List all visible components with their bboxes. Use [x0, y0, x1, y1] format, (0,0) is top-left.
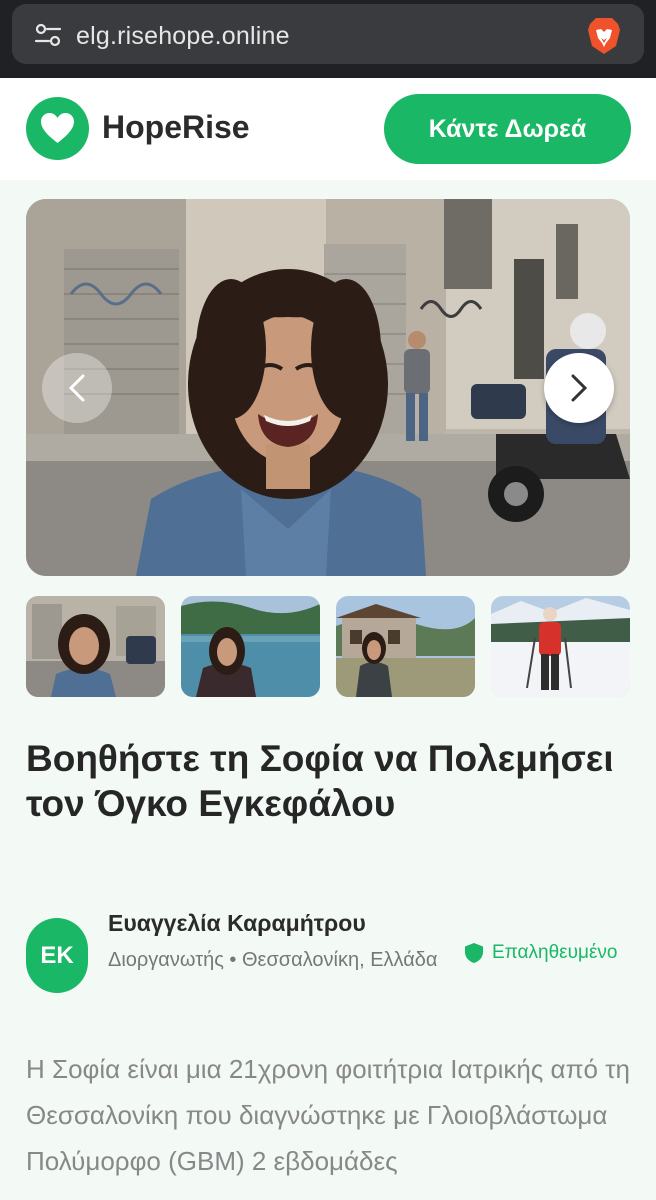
donate-button[interactable]: Κάντε Δωρεά: [384, 94, 631, 164]
campaign-title: Βοηθήστε τη Σοφία να Πολεμήσει τον Όγκο …: [26, 738, 614, 824]
address-bar[interactable]: elg.risehope.online: [12, 4, 644, 64]
chevron-right-icon: [571, 374, 588, 402]
brand-name[interactable]: HopeRise: [102, 109, 250, 146]
brave-lion-icon[interactable]: [586, 16, 622, 56]
browser-toolbar: elg.risehope.online: [0, 0, 656, 78]
main-photo: [26, 199, 630, 576]
thumbnail-strip: [26, 596, 630, 697]
verified-label: Επαληθευμένο: [492, 942, 618, 963]
thumbnail-ski[interactable]: [491, 596, 630, 697]
shield-check-icon: [465, 943, 483, 963]
organizer-avatar[interactable]: ΕΚ: [26, 918, 88, 993]
logo[interactable]: [26, 97, 89, 160]
thumbnail-cabin[interactable]: [336, 596, 475, 697]
organizer-meta: Διοργανωτής • Θεσσαλονίκη, Ελλάδα: [108, 949, 438, 971]
tune-icon[interactable]: [34, 21, 62, 49]
thumbnail-lake[interactable]: [181, 596, 320, 697]
heart-icon: [41, 113, 74, 143]
gallery-prev-button[interactable]: [42, 353, 112, 423]
gallery-next-button[interactable]: [544, 353, 614, 423]
street-scene-image: [26, 199, 630, 576]
campaign-story: Η Σοφία είναι μια 21χρονη φοιτήτρια Ιατρ…: [26, 1054, 630, 1176]
chevron-left-icon: [68, 374, 85, 402]
thumbnail-street[interactable]: [26, 596, 165, 697]
organizer-name[interactable]: Ευαγγελία Καραμήτρου: [108, 910, 366, 937]
site-header: HopeRise Κάντε Δωρεά: [0, 78, 656, 180]
verified-badge: Επαληθευμένο: [464, 942, 617, 964]
url-text[interactable]: elg.risehope.online: [76, 22, 290, 51]
